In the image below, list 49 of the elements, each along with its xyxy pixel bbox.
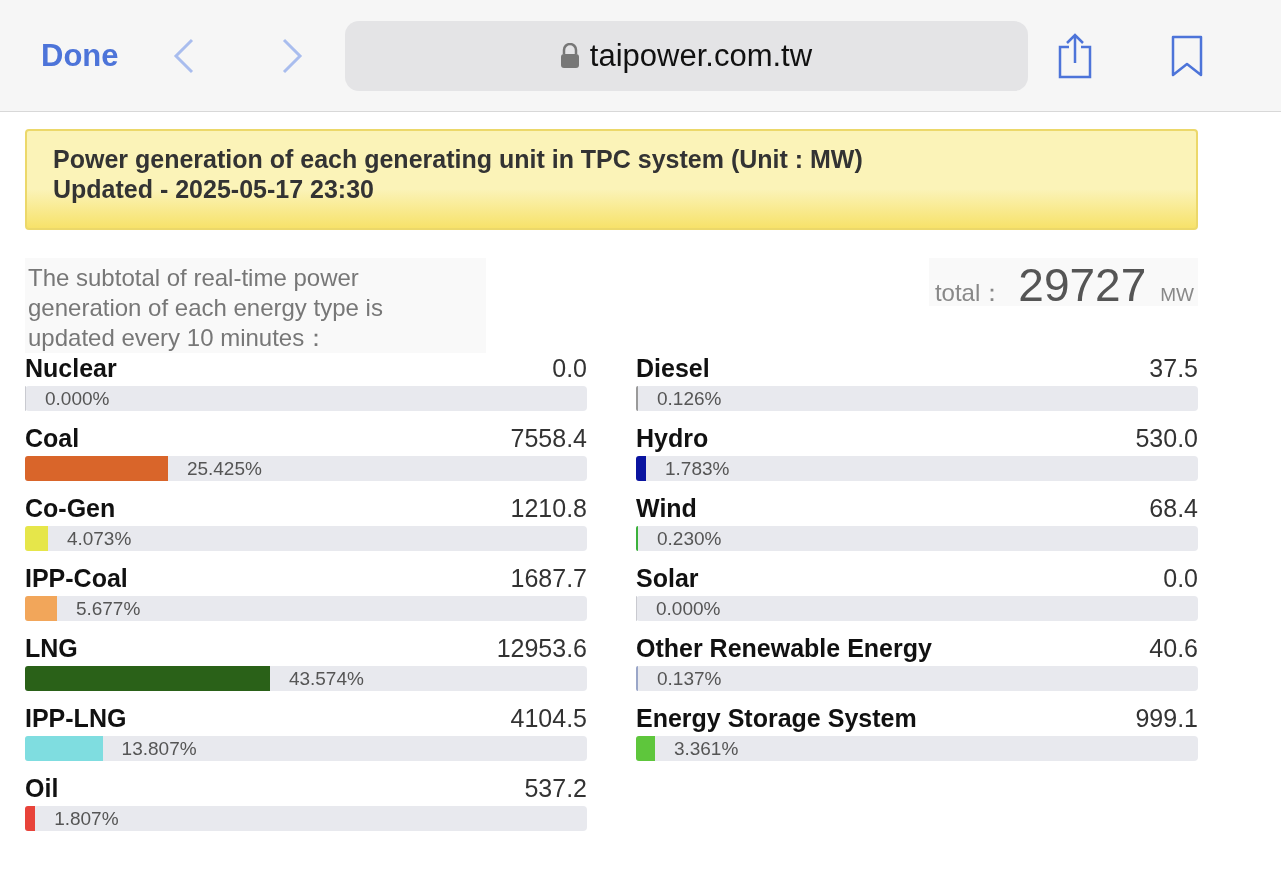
- energy-value: 0.0: [552, 353, 587, 383]
- energy-name: Other Renewable Energy: [636, 633, 932, 663]
- total-label: total：: [934, 278, 1005, 308]
- energy-name: LNG: [25, 633, 78, 663]
- energy-value: 537.2: [524, 773, 587, 803]
- share-percent: 1.783%: [665, 457, 730, 480]
- energy-name: IPP-LNG: [25, 703, 127, 733]
- share-percent: 0.000%: [45, 387, 110, 410]
- energy-name: Solar: [636, 563, 699, 593]
- share-percent: 0.137%: [657, 667, 722, 690]
- share-percent: 0.000%: [656, 597, 721, 620]
- energy-name: Coal: [25, 423, 80, 453]
- energy-name: Wind: [636, 493, 697, 523]
- energy-value: 40.6: [1149, 633, 1198, 663]
- address-bar[interactable]: taipower.com.tw: [344, 20, 1028, 91]
- energy-name: Co-Gen: [25, 493, 116, 523]
- energy-value: 1210.8: [510, 493, 587, 523]
- share-percent: 0.230%: [657, 527, 722, 550]
- energy-value: 68.4: [1149, 493, 1198, 523]
- energy-name: Energy Storage System: [636, 703, 917, 733]
- share-percent: 3.361%: [673, 737, 739, 760]
- energy-name: Hydro: [636, 423, 709, 453]
- banner-title: Power generation of each generating unit in TPC system (Unit : MW): [53, 144, 864, 174]
- energy-value: 0.0: [1163, 563, 1198, 593]
- done-button[interactable]: Done: [41, 37, 119, 74]
- energy-name: Oil: [25, 773, 59, 803]
- url-text: taipower.com.tw: [589, 37, 813, 74]
- energy-value: 1687.7: [510, 563, 587, 593]
- share-percent: 0.126%: [657, 387, 722, 410]
- energy-name: Nuclear: [25, 353, 117, 383]
- energy-value: 999.1: [1135, 703, 1198, 733]
- energy-value: 12953.6: [496, 633, 587, 663]
- lock-icon: [559, 42, 580, 69]
- energy-name: Diesel: [636, 353, 710, 383]
- energy-name: IPP-Coal: [25, 563, 128, 593]
- share-percent: 43.574%: [288, 667, 364, 690]
- share-percent: 5.677%: [75, 597, 141, 620]
- energy-value: 530.0: [1135, 423, 1198, 453]
- total-value: 29727: [1018, 258, 1147, 312]
- total-unit: MW: [1160, 284, 1194, 306]
- share-percent: 13.807%: [121, 737, 197, 760]
- updated-time: Updated - 2025-05-17 23:30: [53, 174, 375, 204]
- update-note: The subtotal of real-time power generation of each energy type is updated every 10 minutes：: [25, 258, 486, 353]
- energy-value: 4104.5: [510, 703, 587, 733]
- energy-value: 7558.4: [510, 423, 587, 453]
- share-percent: 1.807%: [54, 807, 119, 830]
- energy-value: 37.5: [1149, 353, 1198, 383]
- share-percent: 4.073%: [66, 527, 132, 550]
- share-percent: 25.425%: [186, 457, 262, 480]
